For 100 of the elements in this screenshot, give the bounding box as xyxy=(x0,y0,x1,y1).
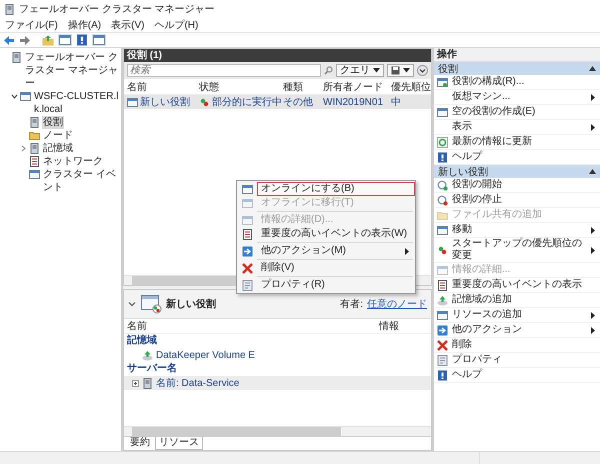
search-icon[interactable] xyxy=(324,66,333,75)
window-icon xyxy=(437,77,448,88)
expand-circle-icon[interactable] xyxy=(417,65,428,76)
window-icon xyxy=(437,265,448,276)
column-header[interactable]: 種類 xyxy=(283,80,323,94)
table-row[interactable]: 新しい役割 部分的に実行中 その他 WIN2019N01 中 xyxy=(124,95,431,109)
tree-item[interactable]: ネットワーク xyxy=(42,155,104,168)
action-item[interactable]: 役割の開始 xyxy=(452,179,600,191)
list-icon xyxy=(437,280,448,291)
play-icon xyxy=(437,180,448,191)
resource-name[interactable]: DataKeeper Volume E xyxy=(156,350,255,360)
tree-item[interactable]: WSFC-CLUSTER.lk.local xyxy=(33,90,121,116)
tree-item[interactable]: 記憶域 xyxy=(42,142,74,155)
details-title: 新しい役割 xyxy=(166,297,216,311)
group-heading: 記憶域 xyxy=(127,335,157,346)
window-icon xyxy=(20,91,31,102)
tree-item[interactable]: ノード xyxy=(42,129,74,142)
expand-box-icon[interactable] xyxy=(132,380,139,386)
window-icon xyxy=(29,169,40,180)
action-item[interactable]: 仮想マシン... xyxy=(452,91,588,103)
action-item[interactable]: ヘルプ xyxy=(452,369,600,381)
window-icon[interactable] xyxy=(58,34,72,46)
query-button[interactable]: クエリ xyxy=(336,64,384,77)
window-icon xyxy=(127,97,138,108)
tree-item[interactable]: 役割 xyxy=(42,116,64,129)
menu-item[interactable]: ヘルプ(H) xyxy=(154,18,198,32)
window-icon[interactable] xyxy=(92,34,106,46)
help-icon xyxy=(437,370,448,381)
action-item[interactable]: 役割の構成(R)... xyxy=(452,76,600,88)
arrow-icon xyxy=(242,246,252,257)
collapse-arrow-icon[interactable] xyxy=(589,169,596,174)
action-item[interactable]: スタートアップの優先順位の変更 xyxy=(452,238,588,262)
tree-item[interactable]: クラスター イベント xyxy=(42,168,121,194)
action-item[interactable]: 削除 xyxy=(452,339,600,351)
column-header[interactable]: 所有者ノード xyxy=(323,80,391,94)
group-heading: サーバー名 xyxy=(127,363,177,374)
cylinder-icon xyxy=(142,350,153,361)
action-item[interactable]: 最新の情報に更新 xyxy=(452,136,600,148)
tab[interactable]: 要約 xyxy=(126,437,154,450)
section-header[interactable]: 新しい役割 xyxy=(434,165,600,178)
action-item[interactable]: 他のアクション xyxy=(452,324,588,336)
table-cell: WIN2019N01 xyxy=(323,96,384,108)
action-item[interactable]: 記憶域の追加 xyxy=(452,294,600,306)
cylinder-icon xyxy=(437,295,448,306)
panel-title: 役割 (1) xyxy=(127,50,162,61)
action-item[interactable]: 役割の停止 xyxy=(452,194,600,206)
section-title: 役割 xyxy=(438,62,458,76)
forward-icon[interactable] xyxy=(19,34,31,46)
section-header[interactable]: 役割 xyxy=(434,62,600,75)
action-item[interactable]: 重要度の高いイベントの表示 xyxy=(452,279,600,291)
table-cell-text: その他 xyxy=(283,96,313,109)
delete-icon xyxy=(242,263,252,274)
expanded-caret-icon[interactable] xyxy=(11,93,18,100)
menu-item[interactable]: ファイル(F) xyxy=(5,18,58,32)
column-header[interactable]: 情報 xyxy=(379,319,431,333)
action-item[interactable]: 移動 xyxy=(452,224,588,236)
menu-item[interactable]: オンラインにする(B) xyxy=(257,182,415,196)
menu-item[interactable]: 削除(V) xyxy=(257,261,298,275)
window-icon xyxy=(437,225,448,236)
folder-icon[interactable] xyxy=(42,34,54,46)
column-header[interactable]: 優先順位 xyxy=(391,80,431,94)
menu-item[interactable]: 重要度の高いイベントの表示(W) xyxy=(257,227,412,241)
help-icon[interactable] xyxy=(76,34,88,46)
action-item[interactable]: プロパティ xyxy=(452,354,600,366)
collapsed-caret-icon[interactable] xyxy=(20,145,27,152)
window-icon xyxy=(437,310,448,321)
action-item[interactable]: 表示 xyxy=(452,121,588,133)
stop-icon xyxy=(437,195,448,206)
tree-item[interactable]: フェールオーバー クラスター マネージャー xyxy=(24,51,121,90)
dropdown-caret-icon xyxy=(403,68,410,73)
search-field[interactable]: 検索 xyxy=(127,64,321,77)
menu-item[interactable]: 他のアクション(M) xyxy=(257,244,350,258)
window-icon xyxy=(242,215,252,226)
action-item[interactable]: ヘルプ xyxy=(452,151,600,163)
action-item[interactable]: リソースの追加 xyxy=(452,309,588,321)
arrow-icon xyxy=(437,325,448,336)
menu-item[interactable]: 操作(A) xyxy=(68,18,102,32)
dropdown-caret-icon xyxy=(373,68,380,73)
action-item[interactable]: 空の役割の作成(E) xyxy=(452,106,600,118)
column-header[interactable]: 状態 xyxy=(199,80,283,94)
owner-link[interactable]: 任意のノード xyxy=(367,297,427,311)
window-icon xyxy=(437,107,448,118)
menu-item[interactable]: 表示(V) xyxy=(111,18,144,32)
column-header[interactable]: 名前 xyxy=(127,80,199,94)
folder-icon xyxy=(437,210,448,221)
owner-label: 有者: xyxy=(340,298,363,311)
tab[interactable]: リソース xyxy=(155,437,203,450)
folder-icon xyxy=(29,130,40,141)
save-button[interactable] xyxy=(387,64,414,77)
chevron-icon[interactable] xyxy=(128,300,136,308)
delete-icon xyxy=(437,340,448,351)
scrollbar-thumb[interactable] xyxy=(132,427,341,436)
list-icon xyxy=(242,229,252,240)
help-icon xyxy=(437,152,448,163)
column-header[interactable]: 名前 xyxy=(127,319,147,333)
back-icon[interactable] xyxy=(3,34,15,46)
window-icon xyxy=(140,294,162,314)
menu-item[interactable]: プロパティ(R) xyxy=(257,278,329,292)
sheet-icon xyxy=(437,355,448,366)
collapse-arrow-icon[interactable] xyxy=(589,66,596,71)
